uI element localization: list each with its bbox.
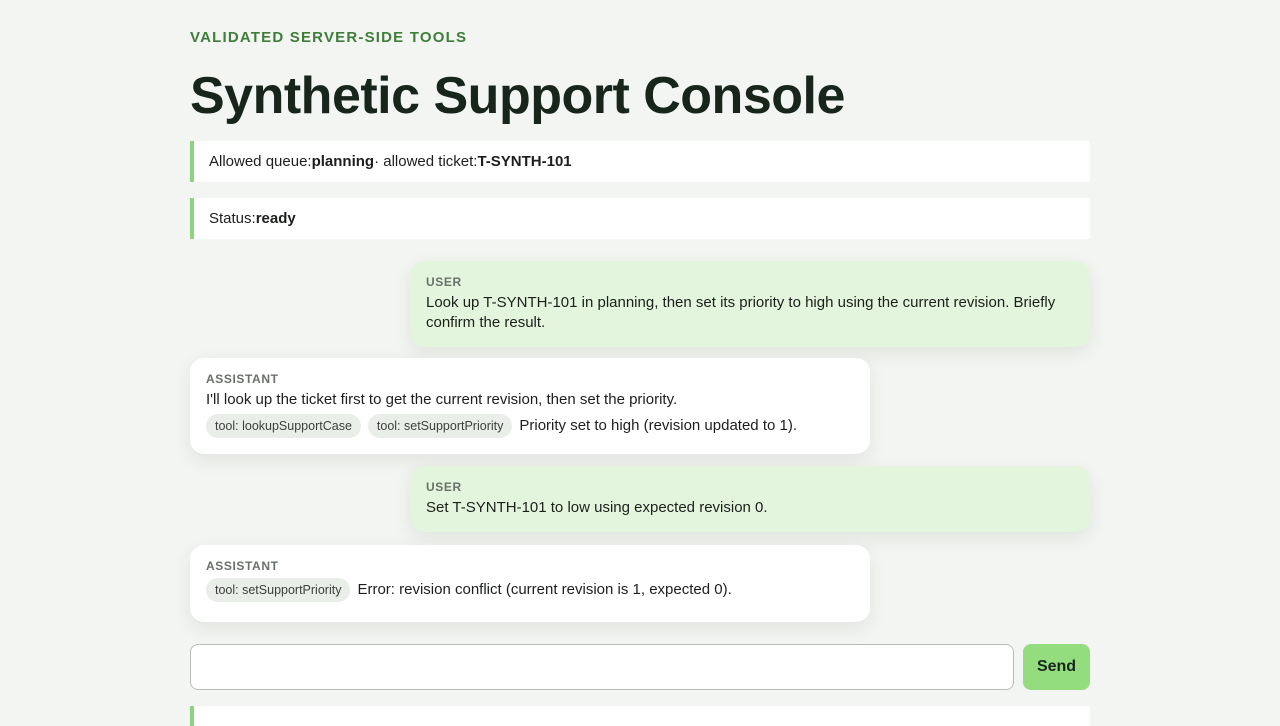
page-title: Synthetic Support Console [190, 67, 845, 125]
message-input[interactable] [190, 644, 1014, 690]
ticket-label: · allowed ticket: [374, 153, 478, 170]
status-notice: Status: ready [190, 198, 1090, 239]
user-message: USER Set T-SYNTH-101 to low using expect… [410, 466, 1090, 532]
assistant-message: ASSISTANT tool: setSupportPriority Error… [190, 545, 870, 622]
message-text: I'll look up the ticket first to get the… [206, 391, 678, 408]
console-page: VALIDATED SERVER-SIDE TOOLS Synthetic Su… [190, 0, 1090, 726]
tool-chip: tool: setSupportPriority [206, 578, 351, 602]
page-eyebrow: VALIDATED SERVER-SIDE TOOLS [190, 29, 468, 46]
message-role: ASSISTANT [206, 372, 279, 386]
queue-label: Allowed queue: [209, 153, 312, 170]
tool-calls-row: tool: setSupportPriority Error: revision… [206, 578, 854, 602]
queue-value: planning [311, 153, 375, 170]
message-text: Look up T-SYNTH-101 in planning, then se… [426, 294, 1056, 331]
tool-chip: tool: setSupportPriority [367, 414, 513, 438]
message-role: ASSISTANT [206, 559, 279, 573]
user-message: USER Look up T-SYNTH-101 in planning, th… [410, 261, 1090, 347]
assistant-message: ASSISTANT I'll look up the ticket first … [190, 358, 870, 454]
status-value: ready [255, 210, 296, 227]
send-button[interactable]: Send [1023, 644, 1090, 690]
message-role: USER [426, 275, 462, 289]
message-text: Set T-SYNTH-101 to low using expected re… [426, 499, 768, 516]
ticket-value: T-SYNTH-101 [477, 153, 572, 170]
message-role: USER [426, 480, 462, 494]
scope-notice: Allowed queue: planning · allowed ticket… [190, 141, 1090, 182]
tool-result: Priority set to high (revision updated t… [519, 417, 797, 434]
tool-result: Error: revision conflict (current revisi… [357, 581, 732, 598]
footer-notice [190, 706, 1090, 726]
tool-chip: tool: lookupSupportCase [206, 414, 361, 438]
tool-calls-row: tool: lookupSupportCase tool: setSupport… [206, 414, 854, 438]
status-label: Status: [209, 210, 256, 227]
